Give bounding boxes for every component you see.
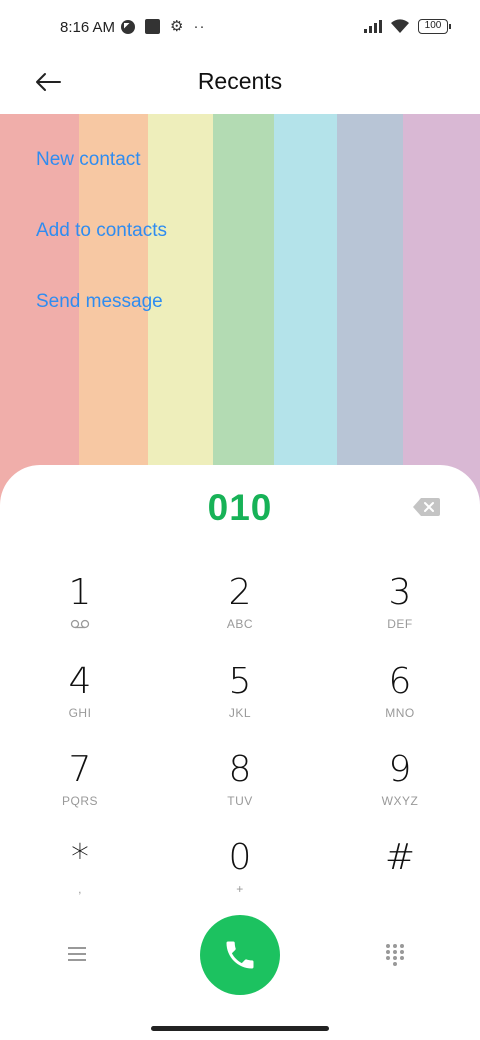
battery-level: 100 bbox=[424, 19, 442, 31]
key-digit: 1 bbox=[68, 572, 92, 613]
key-2[interactable]: 2 ABC bbox=[180, 573, 300, 645]
key-8[interactable]: 8 TUV bbox=[180, 750, 300, 822]
key-4[interactable]: 4 GHI bbox=[20, 662, 140, 734]
key-7[interactable]: 7 PQRS bbox=[20, 750, 140, 822]
key-digit: 5 bbox=[228, 661, 252, 702]
battery-icon: 100 bbox=[418, 18, 451, 34]
key-letters: GHI bbox=[68, 706, 92, 720]
status-right-icons: 100 bbox=[364, 18, 451, 34]
key-digit: # bbox=[384, 837, 416, 878]
key-letters: JKL bbox=[228, 706, 252, 720]
key-letters: MNO bbox=[385, 706, 415, 720]
key-3[interactable]: 3 DEF bbox=[340, 573, 460, 645]
new-contact-button[interactable]: New contact bbox=[36, 149, 141, 171]
key-digit: 7 bbox=[68, 749, 92, 790]
dialpad-toggle-button[interactable] bbox=[385, 943, 405, 967]
key-letters: WXYZ bbox=[381, 794, 419, 808]
hamburger-icon bbox=[68, 947, 98, 961]
key-letters: ABC bbox=[226, 617, 254, 631]
backspace-icon[interactable] bbox=[412, 497, 440, 517]
gear-icon: ⚙ bbox=[170, 18, 184, 35]
key-letters: DEF bbox=[387, 617, 413, 631]
key-letters: + bbox=[236, 882, 244, 896]
key-hash[interactable]: # bbox=[340, 838, 460, 910]
add-to-contacts-button[interactable]: Add to contacts bbox=[36, 220, 167, 242]
key-star[interactable]: * , bbox=[20, 838, 140, 910]
key-digit: * bbox=[71, 837, 89, 878]
key-digit: 3 bbox=[388, 572, 412, 613]
call-button[interactable] bbox=[200, 915, 280, 995]
voicemail-icon bbox=[70, 619, 90, 629]
square-notification-icon bbox=[145, 19, 160, 34]
key-letters: TUV bbox=[227, 794, 253, 808]
key-digit: 8 bbox=[228, 749, 252, 790]
signal-icon bbox=[364, 19, 382, 33]
send-message-button[interactable]: Send message bbox=[36, 291, 163, 313]
menu-button[interactable] bbox=[68, 943, 98, 967]
key-digit: 0 bbox=[228, 837, 252, 878]
phone-icon bbox=[226, 941, 254, 969]
key-digit: 4 bbox=[68, 661, 92, 702]
key-9[interactable]: 9 WXYZ bbox=[340, 750, 460, 822]
key-letters: PQRS bbox=[61, 794, 98, 808]
status-left-icons: ⚙ ·· bbox=[121, 19, 205, 34]
dialer-panel: 010 1 2 ABC 3 DEF 4 GHI 5 JKL 6 MNO 7 PQ… bbox=[0, 465, 480, 1040]
key-0[interactable]: 0 + bbox=[180, 838, 300, 910]
header: Recents bbox=[0, 56, 480, 114]
key-5[interactable]: 5 JKL bbox=[180, 662, 300, 734]
status-time: 8:16 AM bbox=[60, 19, 116, 36]
key-digit: 2 bbox=[228, 572, 252, 613]
key-digit: 9 bbox=[388, 749, 412, 790]
key-6[interactable]: 6 MNO bbox=[340, 662, 460, 734]
key-digit: 6 bbox=[388, 661, 412, 702]
dialed-number: 010 bbox=[207, 487, 273, 528]
status-bar: 8:16 AM ⚙ ·· 100 bbox=[0, 0, 480, 56]
key-letters: , bbox=[78, 882, 82, 896]
dialer-bottom-row bbox=[0, 915, 480, 995]
key-1[interactable]: 1 bbox=[20, 573, 140, 645]
more-dots-icon: ·· bbox=[193, 18, 206, 35]
dialpad-icon bbox=[386, 944, 404, 966]
page-title: Recents bbox=[197, 68, 283, 94]
home-indicator[interactable] bbox=[151, 1026, 329, 1031]
data-saver-icon bbox=[121, 19, 135, 34]
wifi-icon bbox=[391, 19, 409, 33]
